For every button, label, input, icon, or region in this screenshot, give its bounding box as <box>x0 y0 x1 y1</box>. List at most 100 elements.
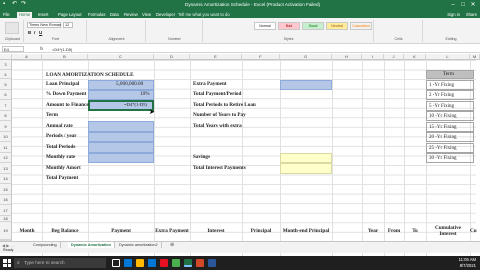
annual-rate-cell[interactable] <box>88 121 154 132</box>
style-calculation[interactable]: Calculation <box>350 22 372 30</box>
label-total-payment-period: Total Payment/Period <box>193 91 242 97</box>
term-option: 30 -Yr Fixing <box>426 153 474 163</box>
italic-button[interactable]: I <box>34 30 35 35</box>
tab-review[interactable]: Review <box>124 12 138 17</box>
schedule-header-month-end-principal: Month-end Principal <box>282 228 330 234</box>
tab-page-layout[interactable]: Page Layout <box>58 12 82 17</box>
label-loan-principal: Loan Principal <box>46 81 80 87</box>
term-option: 1 -Yr Fixing <box>426 80 474 90</box>
style-neutral[interactable]: Neutral <box>326 22 348 30</box>
schedule-header-year: Year <box>367 228 379 234</box>
row-header[interactable]: 15 <box>0 184 12 195</box>
style-normal[interactable]: Normal <box>254 22 276 30</box>
loan-principal-value: 5,000,000.00 <box>116 81 144 87</box>
tab-insert[interactable]: Insert <box>38 12 48 17</box>
font-name-select[interactable]: Times New Roman <box>27 22 61 28</box>
row-header[interactable]: 3 <box>0 60 12 70</box>
down-payment-value: 10% <box>140 91 150 97</box>
row-header[interactable]: 10 <box>0 132 12 142</box>
row-header[interactable]: 13 <box>0 163 12 174</box>
chrome-icon[interactable] <box>172 259 180 267</box>
style-bad[interactable]: Bad <box>278 22 300 30</box>
total-periods-cell[interactable] <box>88 142 154 153</box>
label-total-payment: Total Payment <box>46 175 79 181</box>
label-down-payment: % Down Payment <box>46 91 87 97</box>
term-header: Term <box>443 71 454 77</box>
schedule-header-month: Month <box>19 228 35 234</box>
schedule-header-interest: Interest <box>207 228 225 234</box>
savings-cell[interactable] <box>280 153 332 163</box>
styles-group: Normal Bad Good Neutral Calculation Styl… <box>204 20 374 42</box>
row-header[interactable]: 19 <box>0 222 12 240</box>
excel-icon[interactable] <box>184 259 192 267</box>
close-icon[interactable]: ✕ <box>468 0 478 10</box>
save-icon[interactable]: ▪ <box>3 1 9 8</box>
editing-group-label: Editing <box>445 37 457 41</box>
tab-data[interactable]: Data <box>110 12 119 17</box>
tab-view[interactable]: View <box>142 12 151 17</box>
row-header[interactable]: 16 <box>0 195 12 205</box>
app-icon[interactable] <box>160 259 168 267</box>
word-icon[interactable] <box>208 259 216 267</box>
number-group-label: Number <box>168 37 181 41</box>
quick-access-toolbar: ▪ ↶ ↷ <box>3 1 27 8</box>
periods-per-year-cell[interactable] <box>88 132 154 142</box>
label-savings: Savings <box>193 154 211 160</box>
label-extra-payment: Extra Payment <box>193 81 227 87</box>
window-controls: – □ ✕ <box>448 0 478 10</box>
task-view-icon[interactable] <box>112 259 120 267</box>
file-explorer-icon[interactable] <box>136 259 144 267</box>
label-term: Term <box>46 112 58 118</box>
taskbar-search[interactable]: ⌕ Type here to search <box>14 258 106 268</box>
maximize-icon[interactable]: □ <box>458 0 468 10</box>
edge-icon[interactable] <box>124 259 132 267</box>
sign-in-link[interactable]: Sign in <box>447 12 460 17</box>
font-size-select[interactable]: 12 <box>63 22 73 28</box>
share-button[interactable]: Share <box>466 12 477 17</box>
schedule-header-principal: Principal <box>250 228 272 234</box>
schedule-header-from: From <box>387 228 401 234</box>
bold-button[interactable]: B <box>28 30 31 35</box>
fx-icon[interactable]: fx <box>40 46 43 51</box>
tell-me-box[interactable]: Tell me what you want to do <box>178 12 230 17</box>
formula-input[interactable]: =D4*(1-D5) <box>52 47 72 52</box>
cells-group: Cells <box>375 20 423 42</box>
row-header[interactable]: 14 <box>0 174 12 184</box>
cells-group-label: Cells <box>394 37 403 41</box>
total-interest-cell[interactable] <box>280 163 332 174</box>
underline-button[interactable]: U <box>39 30 42 35</box>
row-header[interactable]: 17 <box>0 205 12 216</box>
row-header[interactable]: 4 <box>0 70 12 79</box>
tab-developer[interactable]: Developer <box>156 12 175 17</box>
name-box[interactable]: E4 <box>2 46 24 52</box>
alignment-group-label: Alignment <box>108 37 125 41</box>
term-option: 15 -Yr Fixing <box>426 122 474 132</box>
windows-start-icon[interactable] <box>3 259 11 267</box>
powerpoint-icon[interactable] <box>196 259 204 267</box>
row-header[interactable]: 5 <box>0 79 12 90</box>
font-group: Times New Roman 12 B I U Font <box>25 20 87 42</box>
paste-button[interactable] <box>5 22 19 34</box>
row-header[interactable]: 12 <box>0 153 12 163</box>
tab-file[interactable]: File <box>3 12 10 17</box>
windows-taskbar: ⌕ Type here to search 11:05 AM 8/7/2021 <box>0 256 480 270</box>
label-years-to-pay: Number of Years to Pay <box>193 112 246 118</box>
status-text: Ready <box>3 248 14 252</box>
undo-icon[interactable]: ↶ <box>12 1 18 8</box>
system-tray-clock[interactable]: 11:05 AM 8/7/2021 <box>459 257 476 268</box>
extra-payment-cell[interactable] <box>280 80 332 90</box>
font-group-label: Font <box>51 37 60 41</box>
redo-icon[interactable]: ↷ <box>21 1 27 8</box>
tab-formulas[interactable]: Formulas <box>88 12 105 17</box>
row-header[interactable]: 11 <box>0 142 12 153</box>
row-header[interactable]: 9 <box>0 121 12 132</box>
title-bar: ▪ ↶ ↷ Dynamic Amortization Schedule - Ex… <box>0 0 480 10</box>
row-header[interactable]: 8 <box>0 111 12 121</box>
monthly-rate-cell[interactable] <box>88 153 154 163</box>
term-option: 20 -Yr Fixing <box>426 132 474 142</box>
store-icon[interactable] <box>148 259 156 267</box>
row-header[interactable]: 6 <box>0 90 12 100</box>
minimize-icon[interactable]: – <box>448 0 458 10</box>
row-header[interactable]: 7 <box>0 100 12 111</box>
style-good[interactable]: Good <box>302 22 324 30</box>
